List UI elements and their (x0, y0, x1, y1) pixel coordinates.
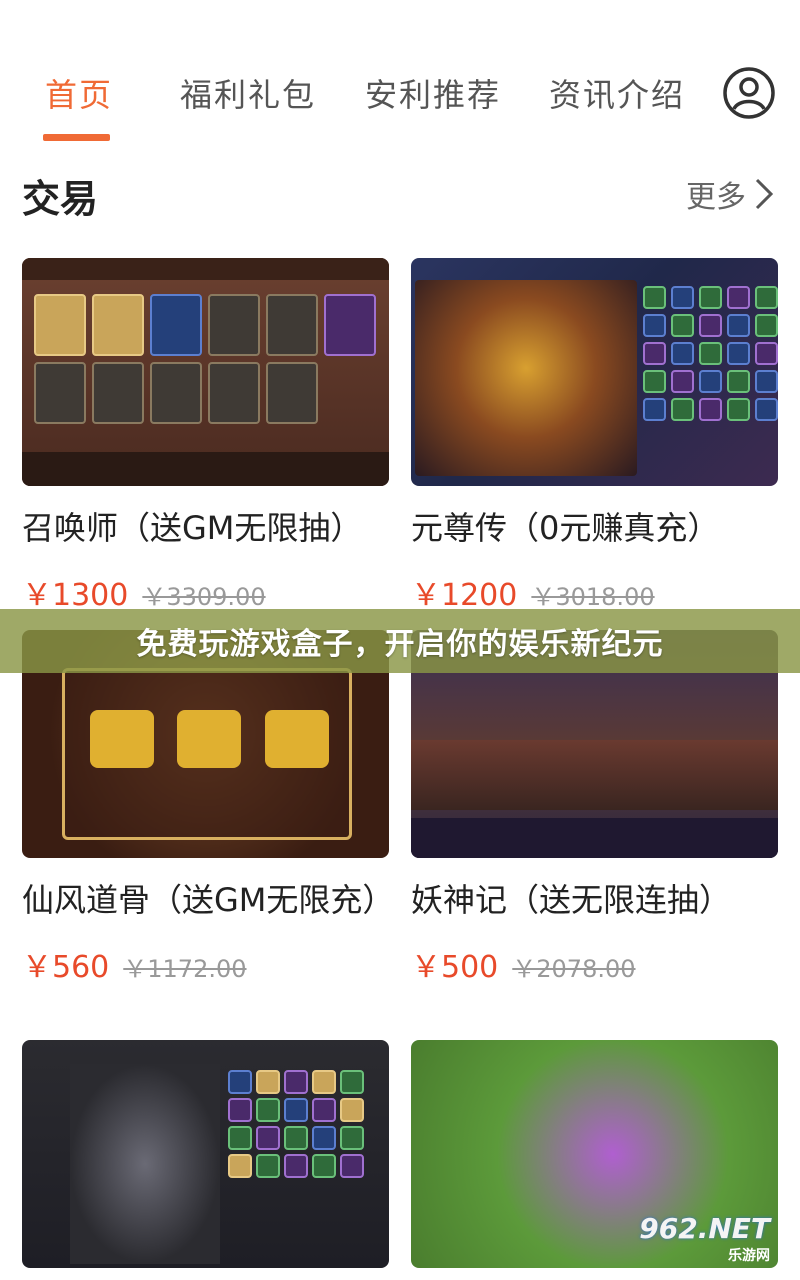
original-price: ￥1172.00 (123, 955, 247, 983)
price-row: ￥560 ￥1172.00 (22, 942, 389, 986)
price-row: ￥1300 ￥3309.00 (22, 570, 389, 614)
game-screenshot (22, 258, 389, 486)
game-screenshot (22, 1040, 389, 1268)
promo-banner[interactable]: 免费玩游戏盒子，开启你的娱乐新纪元 (0, 609, 800, 673)
listing-card[interactable]: 仙风道骨（送GM无限充） ￥560 ￥1172.00 (22, 630, 395, 986)
sale-price: ￥1200 (411, 578, 518, 613)
sale-price: ￥500 (411, 950, 499, 985)
game-screenshot (411, 258, 778, 486)
section-title: 交易 (22, 177, 99, 221)
listing-card[interactable] (22, 1040, 389, 1268)
listing-card[interactable]: 妖神记（送无限连抽） ￥500 ￥2078.00 (411, 630, 778, 986)
user-circle-icon[interactable] (722, 66, 776, 120)
more-label: 更多 (686, 180, 746, 215)
tab-news[interactable]: 资讯介绍 (549, 70, 685, 116)
tab-recommend[interactable]: 安利推荐 (365, 70, 501, 116)
listing-title: 妖神记（送无限连抽） (411, 881, 732, 919)
listing-card[interactable]: 召唤师（送GM无限抽） ￥1300 ￥3309.00 (22, 258, 389, 614)
game-screenshot: 962.NET 乐游网 (411, 1040, 778, 1268)
banner-text: 免费玩游戏盒子，开启你的娱乐新纪元 (136, 627, 664, 662)
more-link[interactable]: 更多 (686, 172, 774, 216)
listing-card[interactable]: 元尊传（0元赚真充） ￥1200 ￥3018.00 (411, 258, 778, 614)
site-watermark: 962.NET 乐游网 (639, 1212, 770, 1264)
top-nav: 首页 福利礼包 安利推荐 资讯介绍 (0, 0, 800, 150)
listing-title: 仙风道骨（送GM无限充） (22, 881, 395, 919)
listing-card[interactable]: 962.NET 乐游网 (411, 1040, 778, 1268)
price-row: ￥500 ￥2078.00 (411, 942, 778, 986)
sale-price: ￥1300 (22, 578, 129, 613)
original-price: ￥2078.00 (512, 955, 636, 983)
original-price: ￥3309.00 (142, 583, 266, 611)
listing-title: 召唤师（送GM无限抽） (22, 509, 363, 547)
active-tab-indicator (43, 134, 110, 141)
listing-title: 元尊传（0元赚真充） (411, 509, 720, 547)
price-row: ￥1200 ￥3018.00 (411, 570, 778, 614)
chevron-right-icon (755, 178, 774, 210)
tab-gift-packs[interactable]: 福利礼包 (180, 70, 316, 116)
sale-price: ￥560 (22, 950, 110, 985)
tab-home[interactable]: 首页 (45, 70, 113, 116)
original-price: ￥3018.00 (531, 583, 655, 611)
